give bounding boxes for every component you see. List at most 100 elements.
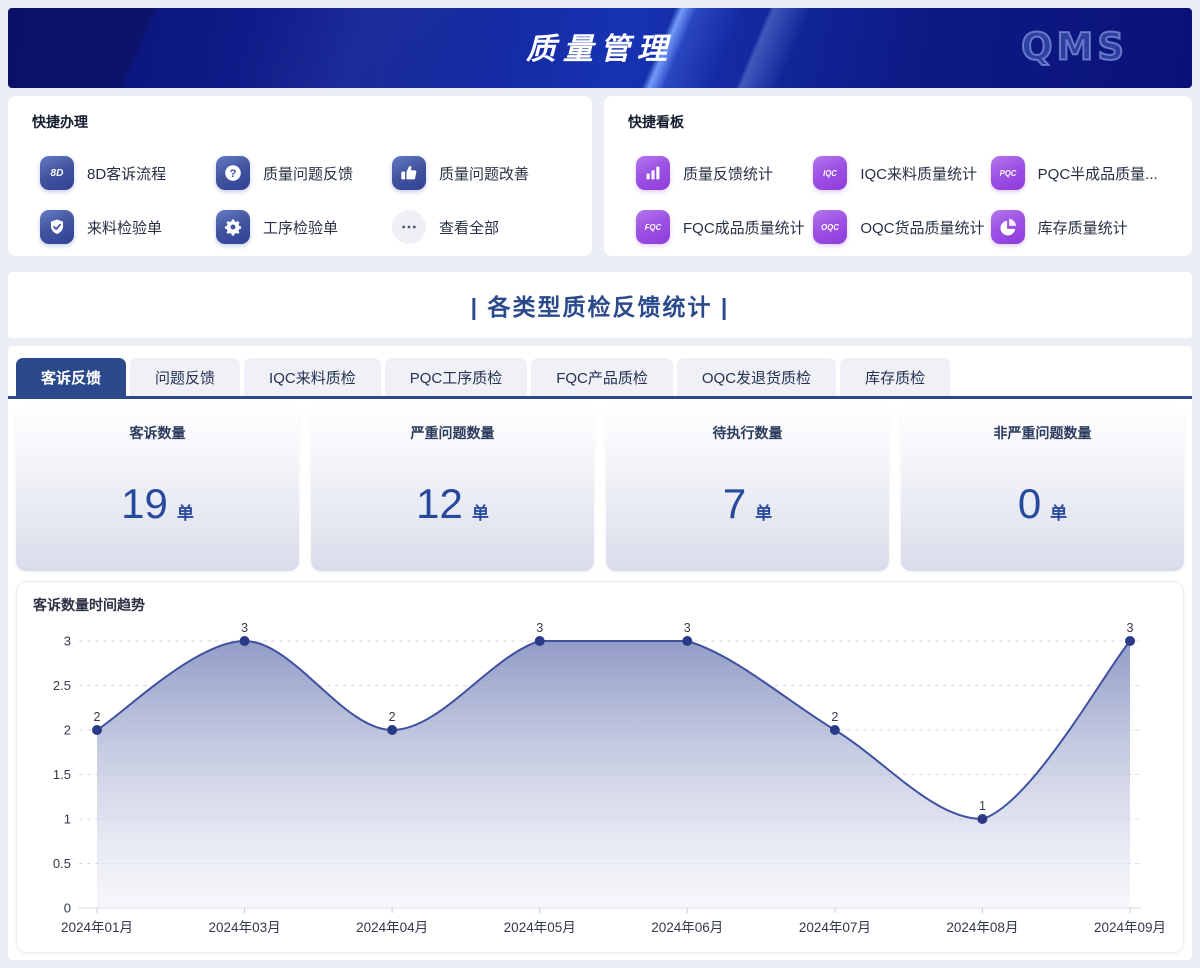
quick-item[interactable]: ? 质量问题反馈: [216, 152, 392, 194]
stat-value: 12: [416, 483, 463, 525]
stat-unit: 单: [755, 499, 772, 524]
stat-unit: 单: [472, 499, 489, 524]
stat-value-row: 7单: [723, 443, 772, 571]
ellipsis-icon: [392, 210, 426, 244]
quick-item[interactable]: PQC PQC半成品质量...: [991, 152, 1168, 194]
quick-item-label: 8D客诉流程: [87, 163, 166, 184]
header-banner: 质量管理 QMS: [8, 8, 1192, 88]
section-title: | 各类型质检反馈统计 |: [471, 288, 730, 322]
stat-value: 19: [121, 483, 168, 525]
quick-item[interactable]: OQC OQC货品质量统计: [813, 206, 990, 248]
page-title: 质量管理: [8, 24, 1192, 68]
iqc-text-icon: IQC: [813, 156, 847, 190]
quick-item-label: 查看全部: [439, 217, 499, 238]
stat-card: 严重问题数量 12 单: [311, 407, 594, 571]
quick-item-label: OQC货品质量统计: [860, 217, 984, 238]
pie-chart-icon: [991, 210, 1025, 244]
svg-text:3: 3: [64, 634, 71, 649]
section-title-band: | 各类型质检反馈统计 |: [8, 272, 1192, 338]
svg-text:FQC: FQC: [645, 223, 662, 232]
stat-value-row: 0单: [1018, 443, 1067, 571]
gear-icon: [216, 210, 250, 244]
badge-8d-icon: 8D: [40, 156, 74, 190]
stat-value: 7: [723, 483, 746, 525]
quick-item-label: 质量问题改善: [439, 163, 529, 184]
stat-value-row: 12 单: [416, 443, 489, 571]
quick-item-label: FQC成品质量统计: [683, 217, 805, 238]
quick-item-label: IQC来料质量统计: [860, 163, 977, 184]
stat-card: 待执行数量7单: [606, 407, 889, 571]
svg-text:2024年04月: 2024年04月: [356, 920, 428, 935]
chart-title: 客诉数量时间趋势: [33, 595, 1167, 615]
svg-text:OQC: OQC: [821, 223, 839, 232]
quick-actions-title: 快捷办理: [32, 112, 568, 132]
quick-item-label: 工序检验单: [263, 217, 338, 238]
quick-boards-items: 质量反馈统计 IQC IQC来料质量统计 PQC PQC半成品质量... FQC FQC成品…: [628, 152, 1168, 248]
svg-text:3: 3: [684, 621, 691, 635]
stat-label: 非严重问题数量: [994, 423, 1092, 443]
tab[interactable]: PQC工序质检: [385, 358, 528, 396]
svg-text:8D: 8D: [51, 168, 64, 179]
trend-area-chart: 0 0.5 1 1.5 2 2.5 3 2024年01月 2024年03月 2024年04月 202…: [33, 619, 1167, 951]
pqc-text-icon: PQC: [991, 156, 1025, 190]
svg-text:2: 2: [94, 710, 101, 724]
svg-text:2024年07月: 2024年07月: [799, 920, 871, 935]
quick-item[interactable]: 查看全部: [392, 206, 568, 248]
quick-item[interactable]: 质量问题改善: [392, 152, 568, 194]
svg-text:1.5: 1.5: [53, 767, 71, 782]
quick-boards-panel: 快捷看板 质量反馈统计 IQC IQC来料质量统计 PQC PQC半成品质量... FQC…: [604, 96, 1192, 256]
stat-unit: 单: [177, 499, 194, 524]
svg-text:2.5: 2.5: [53, 678, 71, 693]
svg-text:2024年03月: 2024年03月: [209, 920, 281, 935]
quick-item[interactable]: IQC IQC来料质量统计: [813, 152, 990, 194]
svg-text:2: 2: [64, 723, 71, 738]
bar-chart-icon: [636, 156, 670, 190]
quick-item[interactable]: 来料检验单: [40, 206, 216, 248]
svg-text:3: 3: [536, 621, 543, 635]
stat-card: 客诉数量 19 单: [16, 407, 299, 571]
svg-text:0.5: 0.5: [53, 856, 71, 871]
tab[interactable]: OQC发退货质检: [677, 358, 836, 396]
svg-text:2: 2: [389, 710, 396, 724]
trend-chart-card: 客诉数量时间趋势 0 0.5 1 1.5 2 2.5 3 2024年01月 2024年03月 20…: [16, 581, 1184, 953]
oqc-text-icon: OQC: [813, 210, 847, 244]
shield-check-icon: [40, 210, 74, 244]
stat-label: 客诉数量: [130, 423, 186, 443]
stat-value: 0: [1018, 483, 1041, 525]
tab[interactable]: 库存质检: [840, 358, 950, 396]
tab[interactable]: IQC来料质检: [244, 358, 381, 396]
thumb-up-icon: [392, 156, 426, 190]
svg-text:3: 3: [1127, 621, 1134, 635]
stat-label: 严重问题数量: [411, 423, 495, 443]
svg-text:1: 1: [979, 799, 986, 813]
stat-value-row: 19 单: [121, 443, 194, 571]
quick-item[interactable]: FQC FQC成品质量统计: [636, 206, 813, 248]
quick-item[interactable]: 库存质量统计: [991, 206, 1168, 248]
tab[interactable]: 客诉反馈: [16, 358, 126, 396]
fqc-text-icon: FQC: [636, 210, 670, 244]
tab[interactable]: FQC产品质检: [531, 358, 673, 396]
tab[interactable]: 问题反馈: [130, 358, 240, 396]
quick-item[interactable]: 工序检验单: [216, 206, 392, 248]
svg-text:2024年06月: 2024年06月: [651, 920, 723, 935]
quick-item-label: PQC半成品质量...: [1038, 163, 1158, 184]
quick-item[interactable]: 8D 8D客诉流程: [40, 152, 216, 194]
qms-logo: QMS: [1021, 26, 1128, 69]
svg-text:2024年08月: 2024年08月: [946, 920, 1018, 935]
svg-text:2024年01月: 2024年01月: [61, 920, 133, 935]
quick-actions-items: 8D 8D客诉流程? 质量问题反馈 质量问题改善来料检验单 工序检验单 查看全部: [32, 152, 568, 248]
svg-text:?: ?: [230, 168, 237, 180]
quick-item-label: 来料检验单: [87, 217, 162, 238]
quick-item[interactable]: 质量反馈统计: [636, 152, 813, 194]
quick-item-label: 质量问题反馈: [263, 163, 353, 184]
svg-text:PQC: PQC: [999, 169, 1016, 178]
svg-text:0: 0: [64, 901, 71, 916]
stat-card: 非严重问题数量0单: [901, 407, 1184, 571]
stat-label: 待执行数量: [713, 423, 783, 443]
svg-text:2: 2: [831, 710, 838, 724]
quick-item-label: 库存质量统计: [1038, 217, 1128, 238]
quick-item-label: 质量反馈统计: [683, 163, 773, 184]
svg-text:3: 3: [241, 621, 248, 635]
quick-boards-title: 快捷看板: [628, 112, 1168, 132]
stat-cards-row: 客诉数量19单严重问题数量12单待执行数量7单非严重问题数量0单: [8, 399, 1192, 571]
